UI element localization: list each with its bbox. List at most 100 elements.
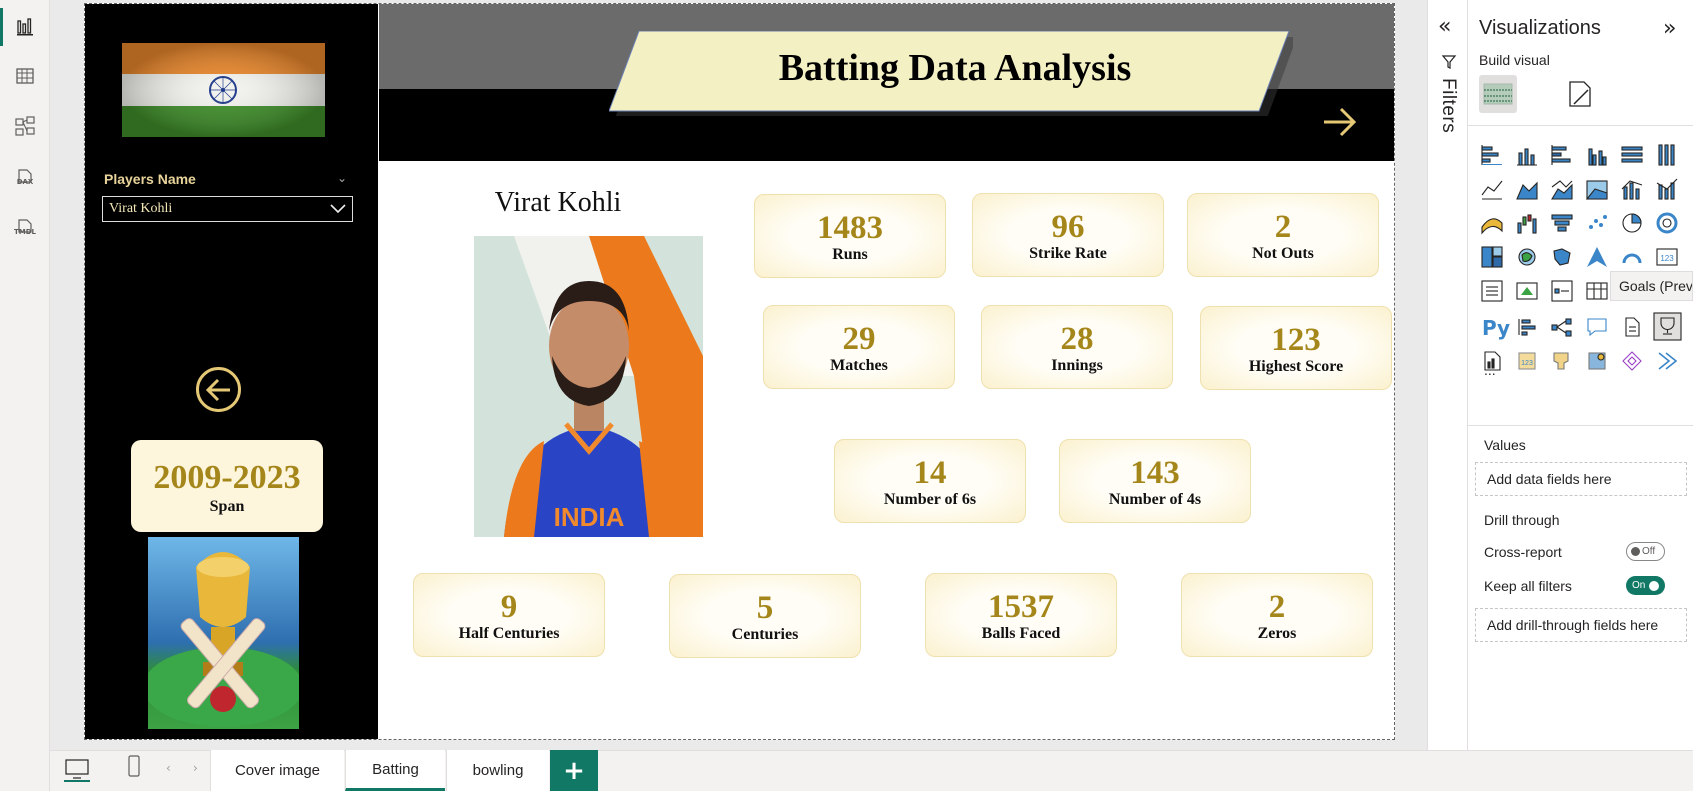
drill-through-label: Drill through: [1484, 512, 1560, 528]
kpi-card-highest-score: 123 Highest Score: [1200, 306, 1392, 390]
cross-report-toggle[interactable]: Off: [1626, 542, 1665, 561]
toggle-knob: [1649, 580, 1660, 591]
kpi-label: Zeros: [1257, 625, 1297, 643]
kpi-value: 123: [1271, 322, 1321, 358]
treemap-icon: [1481, 246, 1503, 268]
kpi-label: Strike Rate: [1029, 245, 1107, 263]
gauge-icon: [1622, 253, 1642, 264]
kpi-label: Half Centuries: [458, 625, 560, 643]
dax-query-icon[interactable]: DAX: [12, 164, 38, 190]
format-visual-tab[interactable]: [1561, 75, 1599, 113]
clustered-bar-chart-icon: [1551, 145, 1571, 165]
kpi-value: 29: [842, 321, 876, 357]
line-chart-icon: [1481, 180, 1503, 200]
power-automate-icon: [1553, 352, 1569, 370]
table-view-icon[interactable]: [12, 63, 38, 89]
100-stacked-area-chart-icon: [1585, 180, 1608, 200]
active-view-indicator: [0, 8, 3, 46]
player-name-title: Virat Kohli: [494, 187, 622, 218]
map-icon: [1518, 248, 1536, 266]
filled-map-icon: [1553, 248, 1571, 266]
kpi-card-strike-rate: 96 Strike Rate: [972, 193, 1164, 277]
scatter-chart-icon: [1589, 215, 1607, 229]
toggle-state: On: [1632, 580, 1646, 591]
players-name-dropdown[interactable]: Virat Kohli: [102, 196, 353, 222]
report-view-icon[interactable]: [12, 14, 38, 40]
dropdown-value: Virat Kohli: [109, 201, 173, 216]
desktop-layout-icon[interactable]: [64, 758, 90, 782]
qna-icon: [1587, 318, 1607, 337]
kpi-value: 96: [1051, 209, 1085, 245]
values-field-well[interactable]: Add data fields here: [1475, 462, 1687, 496]
stacked-column-chart-icon: [1517, 148, 1537, 166]
model-view-icon[interactable]: [12, 113, 38, 139]
filters-label[interactable]: Filters: [1437, 78, 1459, 133]
chevron-visual-icon: [1658, 352, 1678, 370]
kpi-label: Innings: [1051, 357, 1103, 375]
build-visual-label: Build visual: [1479, 52, 1550, 68]
kpi-value: 2: [1268, 589, 1286, 625]
visual-type-gallery[interactable]: 123 Py 123 ...: [1478, 141, 1688, 381]
page-tab-batting[interactable]: Batting: [345, 750, 445, 791]
stacked-area-chart-icon: [1551, 180, 1573, 200]
clustered-column-chart-icon: [1588, 148, 1607, 166]
span-card: 2009-2023 Span: [131, 440, 323, 532]
dax-label: DAX: [16, 177, 34, 186]
kpi-card-zeros: 2 Zeros: [1181, 573, 1373, 657]
build-visual-tab[interactable]: [1479, 75, 1517, 113]
keep-all-filters-toggle[interactable]: On: [1626, 576, 1665, 595]
line-and-clustered-column-icon: [1656, 178, 1678, 200]
toggle-knob: [1631, 547, 1640, 556]
stacked-bar-chart-icon: [1481, 145, 1502, 165]
power-apps-icon: 123: [1518, 352, 1536, 370]
kpi-card-half-centuries: 9 Half Centuries: [413, 573, 605, 657]
multi-row-card-icon: [1481, 280, 1503, 302]
drill-through-field-well[interactable]: Add drill-through fields here: [1475, 608, 1687, 642]
back-arrow-button[interactable]: [196, 367, 241, 412]
mobile-layout-icon[interactable]: [126, 755, 142, 779]
arrow-left-icon: [205, 378, 230, 401]
page-tab-bowling[interactable]: bowling: [446, 750, 549, 791]
kpi-label: Balls Faced: [981, 625, 1061, 643]
cross-report-label: Cross-report: [1484, 544, 1562, 560]
kpi-label: Number of 4s: [1108, 491, 1202, 509]
svg-text:INDIA: INDIA: [554, 502, 625, 532]
azure-map-icon: [1587, 247, 1607, 267]
kpi-value: 143: [1130, 455, 1180, 491]
visual-tooltip: Goals (Prev: [1610, 271, 1693, 301]
kpi-icon: [1516, 282, 1538, 300]
kpi-label: Not Outs: [1252, 245, 1314, 263]
tmdl-view-icon[interactable]: TMDL: [12, 214, 38, 240]
kpi-card-matches: 29 Matches: [763, 305, 955, 389]
kpi-value: 28: [1060, 321, 1094, 357]
arrow-right-icon[interactable]: [1320, 104, 1360, 140]
cricket-trophy-image: [148, 537, 299, 729]
power-bi-diamond-icon: [1622, 351, 1642, 371]
visualizations-title: Visualizations: [1479, 17, 1601, 39]
kpi-card-centuries: 5 Centuries: [669, 574, 861, 658]
pane-divider: [1467, 125, 1693, 126]
report-title: Batting Data Analysis: [778, 47, 1132, 89]
previous-page-chevron-icon[interactable]: ‹: [166, 761, 171, 775]
line-and-stacked-column-icon: [1621, 180, 1643, 200]
slicer-title: Players Name: [104, 171, 196, 187]
pane-divider: [1467, 425, 1693, 426]
slicer-icon: [1551, 280, 1573, 302]
add-page-button[interactable]: +: [550, 750, 598, 791]
waterfall-chart-icon: [1517, 214, 1537, 234]
view-switcher-rail: DAX TMDL: [0, 0, 50, 791]
values-label: Values: [1484, 437, 1526, 453]
slicer-collapse-chevron-icon[interactable]: ⌄: [337, 171, 347, 185]
kpi-card-balls-faced: 1537 Balls Faced: [925, 573, 1117, 657]
chevron-down-icon: [330, 204, 346, 214]
goals-icon: [1653, 312, 1682, 341]
card-icon: 123: [1656, 248, 1678, 266]
arcgis-map-icon: [1588, 352, 1606, 370]
page-tab-cover-image[interactable]: Cover image: [210, 750, 344, 791]
kpi-value: 5: [756, 590, 774, 626]
kpi-value: 1483: [817, 210, 883, 246]
kpi-card-number-of-6s: 14 Number of 6s: [834, 439, 1026, 523]
next-page-chevron-icon[interactable]: ›: [193, 761, 198, 775]
collapse-pane-chevron-icon[interactable]: »: [1663, 16, 1676, 41]
expand-filters-chevron-icon[interactable]: «: [1438, 14, 1451, 39]
